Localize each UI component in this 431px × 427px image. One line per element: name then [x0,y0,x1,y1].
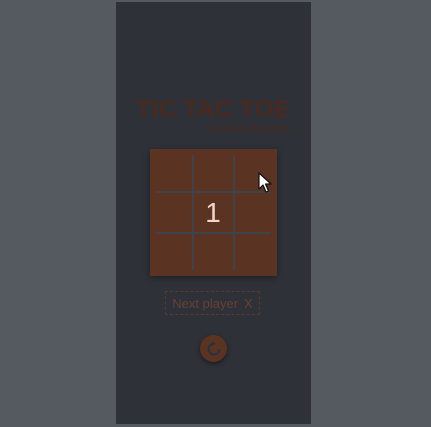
game-board: 1 [150,149,277,276]
board-cell-9[interactable] [234,234,274,274]
game-title: TIC TAC TOE [136,96,291,123]
game-panel: TIC TAC TOE Created by: Soundboy 1 Next … [116,2,311,424]
board-cell-4[interactable] [152,193,192,233]
board-cell-7[interactable] [152,234,192,274]
next-player-value: X [244,295,253,311]
board-cell-5[interactable]: 1 [193,193,233,233]
board-cell-6[interactable] [234,193,274,233]
next-player-indicator: Next player X [165,291,260,315]
credit-text: Created by: Soundboy [205,124,291,133]
restart-icon [206,341,221,356]
reset-button[interactable] [200,335,227,362]
board-cell-2[interactable] [193,151,233,191]
next-player-label: Next player [172,295,239,311]
mouse-pointer-icon [258,172,272,193]
board-cell-8[interactable] [193,234,233,274]
board-cell-1[interactable] [152,151,192,191]
